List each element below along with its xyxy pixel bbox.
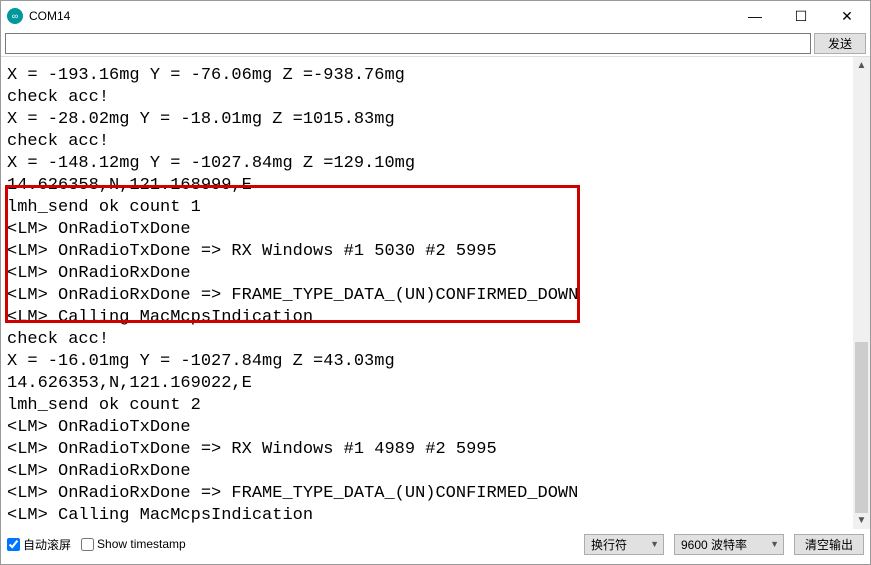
close-button[interactable]: ✕	[824, 1, 870, 31]
maximize-button[interactable]: ☐	[778, 1, 824, 31]
autoscroll-label: 自动滚屏	[23, 536, 71, 553]
arduino-app-icon: ∞	[7, 8, 23, 24]
window-title: COM14	[29, 9, 70, 23]
vertical-scrollbar[interactable]: ▲ ▼	[853, 57, 870, 529]
line-ending-value: 换行符	[591, 536, 627, 553]
toolbar: 发送	[1, 31, 870, 56]
show-timestamp-checkbox[interactable]: Show timestamp	[81, 537, 186, 551]
baud-rate-select[interactable]: 9600 波特率	[674, 534, 784, 555]
show-timestamp-label: Show timestamp	[97, 537, 186, 551]
line-ending-select[interactable]: 换行符	[584, 534, 664, 555]
scroll-thumb[interactable]	[855, 342, 868, 513]
serial-output-text[interactable]: X = -193.16mg Y = -76.06mg Z =-938.76mg …	[1, 57, 853, 529]
footer: 自动滚屏 Show timestamp 换行符 9600 波特率 清空输出	[1, 529, 870, 559]
autoscroll-checkbox[interactable]: 自动滚屏	[7, 536, 71, 553]
baud-rate-value: 9600 波特率	[681, 536, 747, 553]
scroll-up-arrow-icon[interactable]: ▲	[853, 57, 870, 74]
output-pane: X = -193.16mg Y = -76.06mg Z =-938.76mg …	[1, 56, 870, 529]
titlebar: ∞ COM14 — ☐ ✕	[1, 1, 870, 31]
autoscroll-checkbox-input[interactable]	[7, 538, 20, 551]
clear-output-button[interactable]: 清空输出	[794, 534, 864, 555]
send-button[interactable]: 发送	[814, 33, 866, 54]
window-controls: — ☐ ✕	[732, 1, 870, 31]
serial-command-input[interactable]	[5, 33, 811, 54]
scroll-down-arrow-icon[interactable]: ▼	[853, 512, 870, 529]
minimize-button[interactable]: —	[732, 1, 778, 31]
scroll-track[interactable]	[853, 74, 870, 512]
show-timestamp-checkbox-input[interactable]	[81, 538, 94, 551]
